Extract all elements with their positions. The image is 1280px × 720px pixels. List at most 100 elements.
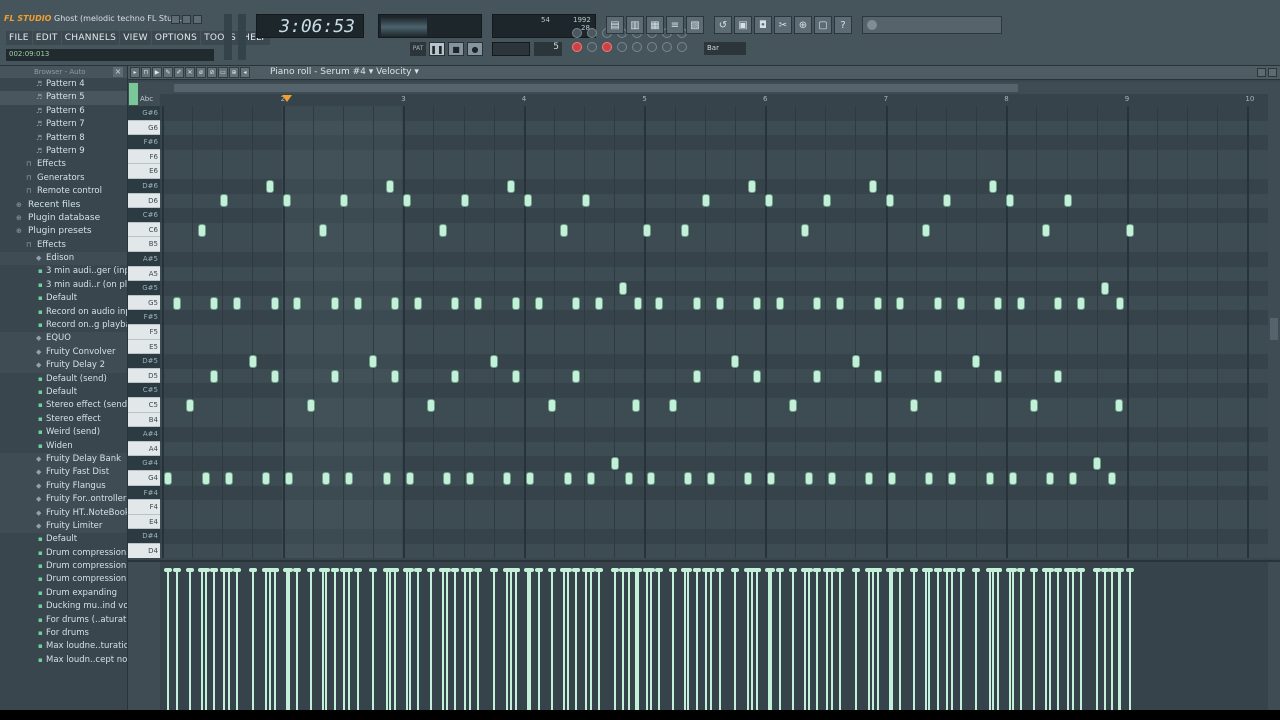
scroll-thumb[interactable] [174, 84, 1018, 92]
velocity-bar[interactable] [293, 568, 302, 710]
velocity-handle[interactable] [233, 568, 242, 572]
velocity-bar[interactable] [330, 568, 339, 710]
piano-key[interactable]: D6 [128, 193, 160, 209]
velocity-bar[interactable] [248, 568, 257, 710]
velocity-bar[interactable] [1125, 568, 1134, 710]
velocity-bar[interactable] [896, 568, 905, 710]
piano-key[interactable]: G4 [128, 471, 160, 486]
note[interactable] [559, 223, 568, 237]
velocity-handle[interactable] [752, 568, 761, 572]
playlist-icon[interactable]: ▤ [606, 16, 624, 34]
velocity-bar[interactable] [526, 568, 535, 710]
mute-icon[interactable]: ø [196, 67, 206, 78]
note[interactable] [534, 296, 543, 310]
velocity-bar[interactable] [451, 568, 460, 710]
note[interactable] [224, 471, 233, 485]
menu-tools[interactable]: TOOLS [201, 31, 240, 45]
browser-item[interactable]: ♬ Pattern 8 [0, 132, 127, 145]
velocity-handle[interactable] [707, 568, 716, 572]
blend-notes-icon[interactable] [647, 42, 657, 52]
velocity-handle[interactable] [490, 568, 499, 572]
punch-icon[interactable] [587, 28, 597, 38]
event-scrollbar[interactable] [1268, 562, 1280, 710]
velocity-handle[interactable] [572, 568, 581, 572]
typing-keyboard-icon[interactable] [677, 42, 687, 52]
note[interactable] [765, 194, 773, 208]
velocity-bar[interactable] [414, 568, 423, 710]
velocity-handle[interactable] [836, 568, 845, 572]
velocity-bar[interactable] [322, 568, 331, 710]
color-group-icon[interactable] [129, 83, 138, 105]
note[interactable] [523, 194, 532, 208]
piano-key[interactable]: A#5 [128, 252, 160, 267]
browser-item[interactable]: ▪ Default [0, 386, 127, 399]
metronome-icon[interactable] [587, 42, 597, 52]
note[interactable] [330, 369, 339, 383]
velocity-handle[interactable] [896, 568, 905, 572]
velocity-bar[interactable] [563, 568, 572, 710]
velocity-bar[interactable] [547, 568, 556, 710]
velocity-bar[interactable] [956, 568, 965, 710]
browser-item[interactable]: ▪ Weird (send) [0, 426, 127, 439]
velocity-handle[interactable] [262, 568, 271, 572]
note[interactable] [1045, 471, 1054, 485]
note[interactable] [702, 194, 711, 208]
paint-icon[interactable]: ✐ [174, 67, 184, 78]
piano-key[interactable]: D#5 [128, 354, 160, 369]
velocity-handle[interactable] [451, 568, 460, 572]
note[interactable] [1077, 296, 1086, 310]
note[interactable] [1042, 223, 1051, 237]
note[interactable] [851, 355, 860, 368]
countdown-icon[interactable] [617, 42, 627, 52]
note-names-toggle[interactable]: Abc [140, 95, 153, 103]
browser-item[interactable]: ◆ Fruity Delay Bank [0, 452, 127, 467]
velocity-bar[interactable] [270, 568, 279, 710]
velocity-handle[interactable] [164, 568, 173, 572]
velocity-bar[interactable] [186, 568, 195, 710]
note[interactable] [1114, 398, 1123, 412]
note[interactable] [318, 223, 327, 237]
note[interactable] [752, 369, 761, 383]
note[interactable] [282, 194, 291, 208]
velocity-handle[interactable] [330, 568, 339, 572]
browser-item[interactable]: ▪ Drum expanding [0, 587, 127, 600]
note[interactable] [813, 296, 822, 310]
velocity-handle[interactable] [994, 568, 1003, 572]
note[interactable] [1107, 471, 1116, 485]
record-icon[interactable]: ● [467, 42, 483, 56]
piano-key[interactable]: G5 [128, 295, 160, 311]
scroll-thumb[interactable] [1270, 318, 1278, 340]
piano-key[interactable]: B5 [128, 237, 160, 252]
note[interactable] [547, 398, 556, 412]
velocity-handle[interactable] [925, 568, 934, 572]
velocity-bar[interactable] [643, 568, 652, 710]
velocity-handle[interactable] [1125, 568, 1134, 572]
note[interactable] [813, 369, 822, 383]
browser-item[interactable]: ◆ Fruity Limiter [0, 519, 127, 534]
magnet-icon[interactable]: ⊓ [141, 67, 151, 78]
note[interactable] [985, 471, 994, 485]
piano-key[interactable]: F#4 [128, 485, 160, 501]
browser-item[interactable]: ▪ Default [0, 533, 127, 546]
close-icon[interactable] [193, 15, 202, 24]
note[interactable] [526, 471, 535, 485]
note[interactable] [285, 471, 293, 485]
pattern-number[interactable]: 5 [534, 42, 562, 56]
browser-item[interactable]: ⊓ Effects [0, 158, 127, 171]
velocity-bar[interactable] [1068, 568, 1077, 710]
note[interactable] [748, 179, 757, 193]
note[interactable] [873, 369, 882, 383]
note[interactable] [752, 296, 761, 310]
piano-key[interactable]: F4 [128, 500, 160, 515]
browser-item[interactable]: ▪Max loudne..turation) [0, 640, 127, 653]
channel-rack-icon[interactable]: ▦ [646, 16, 664, 34]
velocity-handle[interactable] [285, 568, 293, 572]
note[interactable] [270, 369, 279, 383]
browser-item[interactable]: ⊕ Plugin database [0, 212, 127, 225]
velocity-handle[interactable] [391, 568, 400, 572]
velocity-bar[interactable] [198, 568, 207, 710]
velocity-bar[interactable] [822, 568, 831, 710]
velocity-bar[interactable] [632, 568, 641, 710]
velocity-handle[interactable] [210, 568, 219, 572]
note[interactable] [680, 223, 689, 237]
